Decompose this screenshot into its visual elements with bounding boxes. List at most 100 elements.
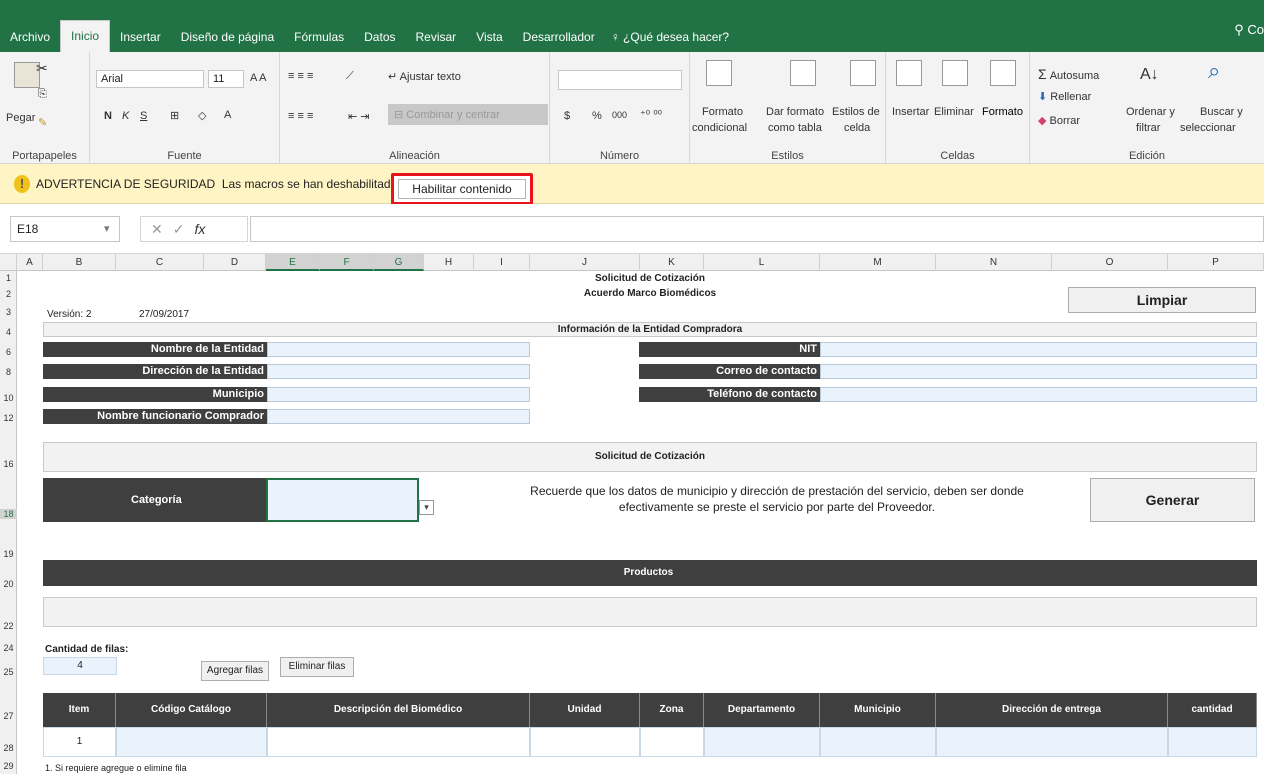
formula-input[interactable] — [250, 216, 1264, 242]
entity-name-input[interactable] — [267, 342, 530, 357]
municipality-input[interactable] — [267, 387, 530, 402]
decimal-icon[interactable]: ⁺⁰ ⁰⁰ — [640, 108, 662, 121]
fill-color-icon[interactable]: ◇ — [198, 109, 206, 122]
entity-address-input[interactable] — [267, 364, 530, 379]
bold-button[interactable]: N — [104, 110, 112, 122]
insert-cells-icon[interactable] — [896, 60, 922, 86]
row-header[interactable]: 28 — [0, 743, 17, 753]
merge-center-button[interactable]: ⊟ Combinar y centrar — [388, 104, 548, 125]
delete-cells-icon[interactable] — [942, 60, 968, 86]
rows-count-input[interactable]: 4 — [43, 657, 117, 675]
table-cell-municipality[interactable] — [820, 727, 936, 757]
format-table-button[interactable]: Dar formato — [766, 106, 824, 118]
table-cell-department[interactable] — [704, 727, 820, 757]
format-cells-button[interactable]: Formato — [982, 106, 1023, 118]
indent-icon[interactable]: ⇤ ⇥ — [348, 110, 370, 123]
delete-cells-button[interactable]: Eliminar — [934, 106, 974, 118]
name-box-dropdown-icon[interactable]: ▾ — [104, 222, 110, 235]
fx-icon[interactable]: fx — [194, 221, 205, 237]
find-icon[interactable]: ⌕ — [1208, 58, 1220, 84]
row-header[interactable]: 8 — [0, 367, 17, 377]
sort-az-icon[interactable]: A↓ — [1140, 66, 1159, 84]
clear-button[interactable]: ◆ Borrar — [1038, 114, 1080, 127]
align-left-icon[interactable]: ≡ ≡ ≡ — [288, 110, 313, 122]
row-header[interactable]: 20 — [0, 579, 17, 589]
row-header[interactable]: 2 — [0, 289, 17, 299]
row-header[interactable]: 19 — [0, 549, 17, 559]
copy-icon[interactable]: ⎘ — [38, 88, 47, 101]
row-header[interactable]: 22 — [0, 621, 17, 631]
column-header[interactable]: K — [640, 254, 704, 271]
wrap-text-button[interactable]: ↵ Ajustar texto — [388, 70, 461, 83]
generate-button[interactable]: Generar — [1090, 478, 1255, 522]
cell-styles-icon[interactable] — [850, 60, 876, 86]
italic-button[interactable]: K — [122, 110, 129, 122]
row-header[interactable]: 27 — [0, 711, 17, 721]
cell-styles-button[interactable]: Estilos de — [832, 106, 880, 118]
tab-formulas[interactable]: Fórmulas — [284, 22, 354, 52]
tab-datos[interactable]: Datos — [354, 22, 405, 52]
borders-icon[interactable]: ⊞ — [170, 109, 179, 122]
tab-insertar[interactable]: Insertar — [110, 22, 171, 52]
conditional-format-icon[interactable] — [706, 60, 732, 86]
row-header[interactable]: 10 — [0, 393, 17, 403]
align-top-icon[interactable]: ≡ ≡ ≡ — [288, 70, 313, 82]
column-header[interactable]: F — [320, 254, 374, 271]
row-header[interactable]: 12 — [0, 413, 17, 423]
row-header[interactable]: 18 — [0, 509, 17, 519]
format-painter-icon[interactable]: ✎ — [38, 116, 47, 129]
contact-email-input[interactable] — [820, 364, 1257, 379]
number-format-select[interactable] — [558, 70, 682, 90]
column-header[interactable]: H — [424, 254, 474, 271]
table-cell-quantity[interactable] — [1168, 727, 1257, 757]
row-header[interactable]: 1 — [0, 273, 17, 283]
font-size-select[interactable]: 11 — [208, 70, 244, 88]
insert-cells-button[interactable]: Insertar — [892, 106, 929, 118]
paste-button[interactable]: Pegar — [6, 112, 35, 124]
underline-button[interactable]: S — [140, 110, 147, 122]
remove-rows-button[interactable]: Eliminar filas — [280, 657, 354, 677]
row-header[interactable]: 24 — [0, 643, 17, 653]
tell-me-search[interactable]: ♀ ¿Qué desea hacer? — [611, 22, 729, 52]
buyer-name-input[interactable] — [267, 409, 530, 424]
sort-filter-button[interactable]: Ordenar y — [1126, 106, 1175, 118]
fill-button[interactable]: ⬇ Rellenar — [1038, 90, 1091, 103]
table-cell-description[interactable] — [267, 727, 530, 757]
format-cells-icon[interactable] — [990, 60, 1016, 86]
table-cell-zone[interactable] — [640, 727, 704, 757]
column-header[interactable]: N — [936, 254, 1052, 271]
column-header[interactable]: M — [820, 254, 936, 271]
column-header[interactable]: J — [530, 254, 640, 271]
row-header[interactable]: 29 — [0, 761, 17, 771]
find-select-button[interactable]: Buscar y — [1200, 106, 1243, 118]
cut-icon[interactable]: ✂ — [36, 60, 48, 77]
column-header[interactable]: C — [116, 254, 204, 271]
table-cell-delivery-address[interactable] — [936, 727, 1168, 757]
thousands-button[interactable]: 000 — [612, 110, 627, 120]
tab-vista[interactable]: Vista — [466, 22, 512, 52]
column-header[interactable]: G — [374, 254, 424, 271]
table-cell-catalog-code[interactable] — [116, 727, 267, 757]
autosum-button[interactable]: Σ Autosuma — [1038, 66, 1099, 82]
percent-button[interactable]: % — [592, 110, 602, 122]
nit-input[interactable] — [820, 342, 1257, 357]
row-header[interactable]: 16 — [0, 459, 17, 469]
row-header[interactable]: 4 — [0, 327, 17, 337]
column-header[interactable]: E — [266, 254, 320, 271]
font-color-icon[interactable]: A — [224, 109, 231, 121]
clear-form-button[interactable]: Limpiar — [1068, 287, 1256, 313]
row-header[interactable]: 25 — [0, 667, 17, 677]
enable-content-button[interactable]: Habilitar contenido — [391, 173, 533, 205]
conditional-format-button[interactable]: Formato — [702, 106, 743, 118]
row-header[interactable]: 6 — [0, 347, 17, 357]
column-header[interactable]: B — [43, 254, 116, 271]
column-header[interactable]: I — [474, 254, 530, 271]
category-select[interactable] — [266, 478, 419, 522]
share-user-button[interactable]: ⚲ Co — [1234, 22, 1264, 38]
contact-phone-input[interactable] — [820, 387, 1257, 402]
column-header[interactable]: O — [1052, 254, 1168, 271]
grow-font-icon[interactable]: A A — [250, 72, 267, 84]
tab-desarrollador[interactable]: Desarrollador — [513, 22, 605, 52]
column-header[interactable]: D — [204, 254, 266, 271]
tab-diseno-pagina[interactable]: Diseño de página — [171, 22, 284, 52]
